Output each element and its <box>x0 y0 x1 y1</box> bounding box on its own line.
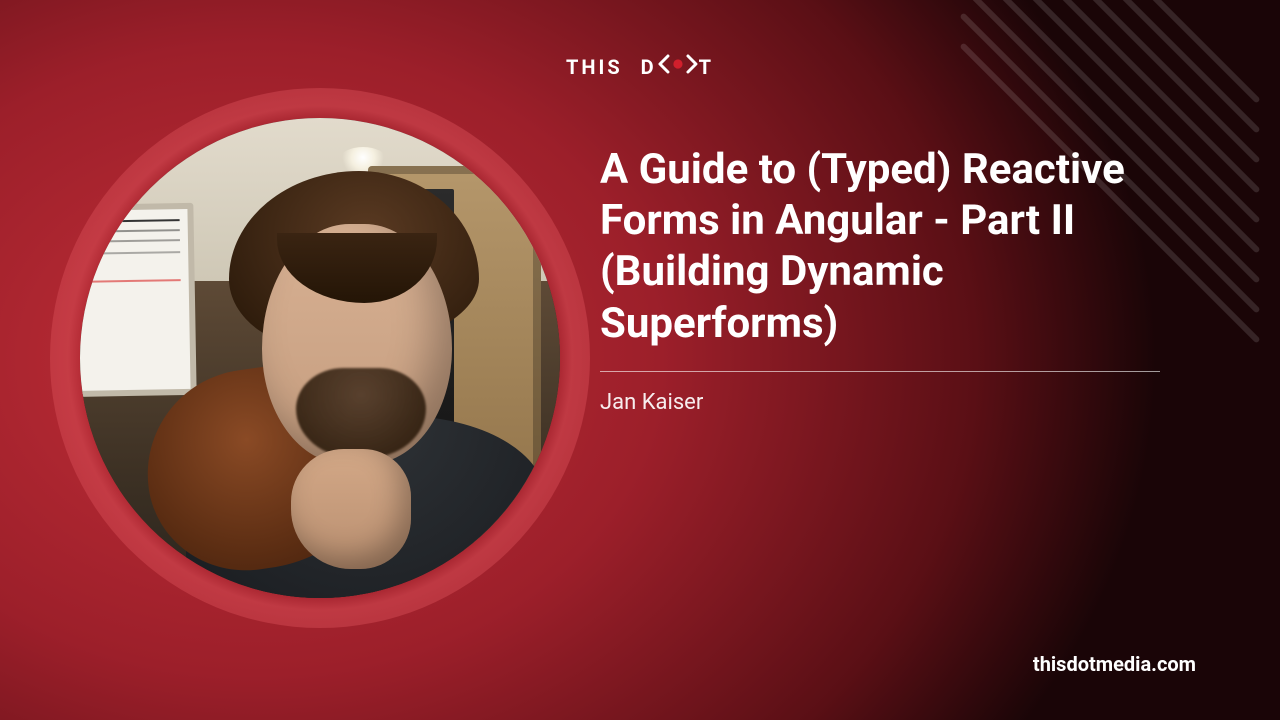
brand-word-dot: D T <box>641 54 714 79</box>
site-credit: thisdotmedia.com <box>1033 652 1196 676</box>
brand-logo: THIS D T <box>566 54 714 79</box>
author-name: Jan Kaiser <box>600 390 1160 415</box>
divider <box>600 371 1160 372</box>
author-avatar <box>50 88 590 628</box>
angle-brackets-dot-icon <box>657 54 699 74</box>
article-title: A Guide to (Typed) Reactive Forms in Ang… <box>600 144 1160 349</box>
avatar-image <box>80 118 560 598</box>
hero-content: A Guide to (Typed) Reactive Forms in Ang… <box>600 144 1160 415</box>
brand-word-this: THIS <box>566 55 623 79</box>
